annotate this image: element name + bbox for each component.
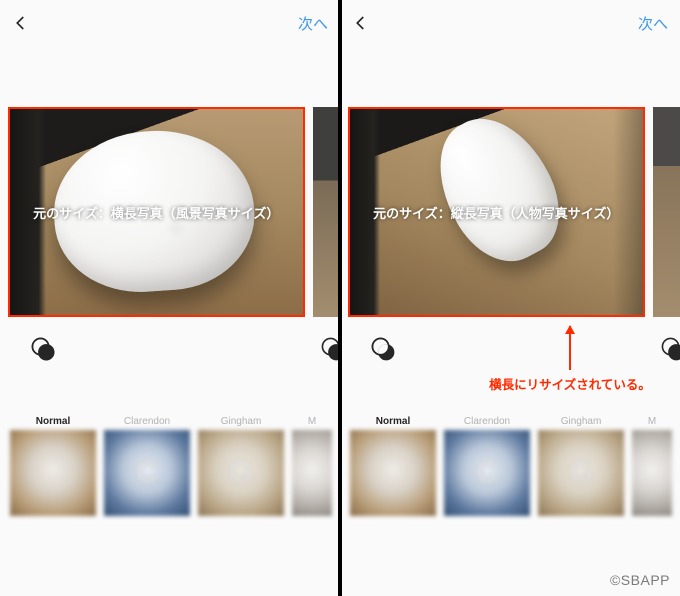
next-button[interactable]: 次へ [638, 13, 668, 34]
filter-label: M [648, 412, 656, 430]
filter-gingham[interactable]: Gingham G [538, 412, 624, 522]
filter-clarendon[interactable]: Clarendon C [444, 412, 530, 522]
lux-button[interactable] [370, 336, 396, 362]
filter-label: Normal [376, 412, 410, 430]
filter-label: Clarendon [124, 412, 170, 430]
filter-truncated[interactable]: M [632, 412, 672, 522]
left-pane: 次へ 元のサイズ：横長写真（風景写真サイズ） [0, 0, 340, 596]
next-photo-peek[interactable] [313, 107, 340, 317]
arrow-up-icon [569, 326, 571, 370]
filter-label: M [308, 412, 316, 430]
back-button[interactable] [352, 14, 370, 32]
filter-letter: C [104, 430, 190, 516]
filter-thumb [350, 430, 436, 516]
preview-stage: 元のサイズ：縦長写真（人物写真サイズ） [340, 102, 680, 322]
next-button[interactable]: 次へ [298, 13, 328, 34]
filter-letter: G [198, 430, 284, 516]
annotation: 横長にリサイズされている。 [470, 326, 670, 393]
watermark: ©SBAPP [610, 572, 670, 588]
next-photo-peek[interactable] [653, 107, 680, 317]
filter-thumb: C [444, 430, 530, 516]
chevron-left-icon [12, 14, 30, 32]
filter-letter: G [538, 430, 624, 516]
filter-strip[interactable]: Normal Clarendon C Gingham G M [0, 412, 340, 522]
filter-label: Gingham [221, 412, 262, 430]
filter-label: Clarendon [464, 412, 510, 430]
overlay-caption: 元のサイズ：横長写真（風景写真サイズ） [25, 203, 287, 222]
filter-strip[interactable]: Normal Clarendon C Gingham G M [340, 412, 680, 522]
filter-letter: C [444, 430, 530, 516]
back-button[interactable] [12, 14, 30, 32]
lux-row [0, 322, 340, 376]
right-pane: 次へ 元のサイズ：縦長写真（人物写真サイズ） 横長にリサイズされている。 [340, 0, 680, 596]
pane-divider [338, 0, 342, 596]
filter-thumb: G [198, 430, 284, 516]
filter-thumb [632, 430, 672, 516]
header: 次へ [340, 0, 680, 46]
preview-photo[interactable]: 元のサイズ：縦長写真（人物写真サイズ） [348, 107, 645, 317]
filter-clarendon[interactable]: Clarendon C [104, 412, 190, 522]
filter-gingham[interactable]: Gingham G [198, 412, 284, 522]
filter-normal[interactable]: Normal [350, 412, 436, 522]
preview-stage: 元のサイズ：横長写真（風景写真サイズ） [0, 102, 340, 322]
filter-normal[interactable]: Normal [10, 412, 96, 522]
filter-thumb [10, 430, 96, 516]
chevron-left-icon [352, 14, 370, 32]
filter-thumb: G [538, 430, 624, 516]
filter-thumb: C [104, 430, 190, 516]
overlay-caption: 元のサイズ：縦長写真（人物写真サイズ） [365, 203, 627, 222]
filter-thumb [292, 430, 332, 516]
header: 次へ [0, 0, 340, 46]
lux-button[interactable] [30, 336, 56, 362]
filter-label: Normal [36, 412, 70, 430]
filter-label: Gingham [561, 412, 602, 430]
preview-photo[interactable]: 元のサイズ：横長写真（風景写真サイズ） [8, 107, 305, 317]
annotation-text: 横長にリサイズされている。 [470, 374, 670, 393]
lux-icon [30, 336, 56, 362]
filter-truncated[interactable]: M [292, 412, 332, 522]
lux-icon [370, 336, 396, 362]
